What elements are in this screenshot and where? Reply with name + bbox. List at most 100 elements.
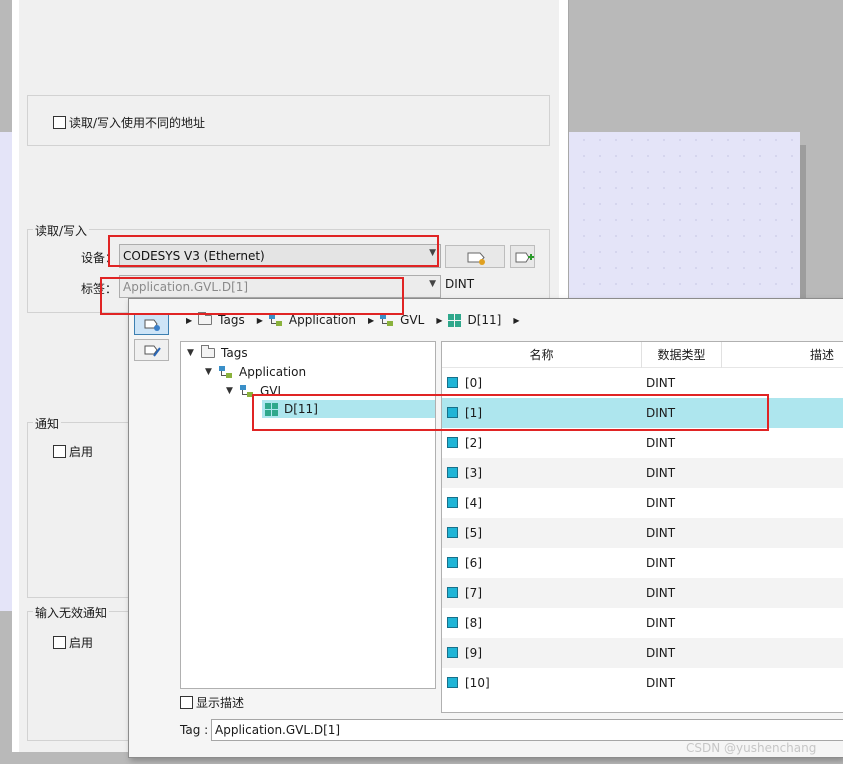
element-icon [447,437,458,448]
list-item-label: [6] [465,556,482,570]
notify-enable-option[interactable]: 启用 [53,443,93,460]
chevron-down-icon[interactable]: ▼ [205,367,219,377]
list-item[interactable]: [6] DINT [442,548,843,578]
list-item[interactable]: [5] DINT [442,518,843,548]
chevron-down-icon[interactable]: ▼ [226,386,240,396]
tag-type-value: DINT [445,277,475,291]
list-item[interactable]: [9] DINT [442,638,843,668]
browse-tags-tool[interactable] [134,313,169,335]
tag-edit-icon [144,345,161,357]
canvas-shadow [800,145,806,305]
add-tag-icon [515,252,534,263]
list-item-label: [5] [465,526,482,540]
list-item-name: [0] [447,368,482,398]
list-item-label: [3] [465,466,482,480]
show-desc-label: 显示描述 [196,696,245,710]
element-icon [447,617,458,628]
list-item-name: [8] [447,608,482,638]
breadcrumb-item-gvl[interactable]: GVL [400,313,424,327]
list-item-type: DINT [646,646,676,660]
tree-item-tags[interactable]: ▼ Tags [187,344,248,362]
list-item[interactable]: [0] DINT [442,368,843,398]
list-item-type: DINT [646,496,676,510]
list-item-type: DINT [646,466,676,480]
list-item-name: [10] [447,668,490,698]
invalid-section-title: 输入无效通知 [33,604,110,621]
list-item-type: DINT [646,556,676,570]
show-desc-checkbox[interactable] [180,696,193,709]
element-icon [447,377,458,388]
list-item-type: DINT [646,616,676,630]
invalid-enable-label: 启用 [69,636,94,650]
add-tag-button[interactable] [510,245,535,268]
element-icon [447,647,458,658]
list-item-name: [1] [447,398,482,428]
list-item-name: [9] [447,638,482,668]
edit-tag-tool[interactable] [134,339,169,361]
array-icon [265,402,278,416]
list-item-name: [6] [447,548,482,578]
breadcrumb-arrow-icon[interactable]: ▶ [186,316,192,325]
notify-enable-label: 启用 [69,445,94,459]
element-icon [447,587,458,598]
list-item-label: [9] [465,646,482,660]
tag-icon [467,252,485,265]
tag-path-value: Application.GVL.D[1] [215,723,341,737]
chevron-down-icon: ▼ [429,279,436,289]
diff-address-checkbox[interactable] [53,116,66,129]
tag-select[interactable]: Application.GVL.D[1] ▼ [119,275,441,298]
list-item[interactable]: [8] DINT [442,608,843,638]
list-item[interactable]: [1] DINT [442,398,843,428]
tree-item-application[interactable]: ▼ Application [205,363,306,381]
tag-field-label: Tag : [180,723,209,737]
list-item-name: [2] [447,428,482,458]
column-header-desc[interactable]: 描述 [722,342,843,368]
tree-item-label: Tags [221,346,248,360]
breadcrumb-arrow-icon[interactable]: ▶ [436,316,442,325]
list-item-label: [2] [465,436,482,450]
list-item-name: [5] [447,518,482,548]
array-icon [448,313,462,327]
list-item-type: DINT [646,436,676,450]
folder-icon [198,312,213,325]
element-icon [447,557,458,568]
notify-section-title: 通知 [33,415,62,432]
list-item-type: DINT [646,526,676,540]
folder-icon [201,345,215,358]
tree-item-label: D[11] [284,402,318,416]
chevron-down-icon[interactable]: ▼ [187,348,201,358]
diff-address-option[interactable]: 读取/写入使用不同的地址 [53,114,205,131]
list-item[interactable]: [7] DINT [442,578,843,608]
device-select[interactable]: CODESYS V3 (Ethernet) ▼ [119,244,441,268]
element-icon [447,407,458,418]
breadcrumb-arrow-icon[interactable]: ▶ [513,316,519,325]
tag-tree: ▼ Tags ▼ Application ▼ GVL D[11] [180,341,436,689]
canvas-area-right [560,132,800,312]
device-label: 设备： [81,251,118,265]
column-header-type[interactable]: 数据类型 [642,342,722,368]
tag-label: 标签： [81,282,118,296]
list-item-label: [10] [465,676,490,690]
breadcrumb-arrow-icon[interactable]: ▶ [257,316,263,325]
list-item[interactable]: [3] DINT [442,458,843,488]
tree-item-gvl[interactable]: ▼ GVL [226,382,284,400]
breadcrumb-arrow-icon[interactable]: ▶ [368,316,374,325]
tag-path-input[interactable]: Application.GVL.D[1] [211,719,843,741]
tree-item-d11[interactable]: D[11] [262,400,435,418]
gvl-icon [380,314,394,326]
breadcrumb-item-d11[interactable]: D[11] [467,313,501,327]
list-item[interactable]: [10] DINT [442,668,843,698]
column-header-name[interactable]: 名称 [442,342,642,368]
list-item[interactable]: [2] DINT [442,428,843,458]
breadcrumb-item-tags[interactable]: Tags [218,313,245,327]
list-item-name: [7] [447,578,482,608]
diff-address-label: 读取/写入使用不同的地址 [69,116,206,130]
tag-browse-button[interactable] [445,245,505,268]
application-icon [268,314,283,326]
show-desc-option[interactable]: 显示描述 [180,694,244,711]
breadcrumb-item-application[interactable]: Application [289,313,356,327]
invalid-enable-option[interactable]: 启用 [53,634,93,651]
list-item[interactable]: [4] DINT [442,488,843,518]
notify-enable-checkbox[interactable] [53,445,66,458]
invalid-enable-checkbox[interactable] [53,636,66,649]
